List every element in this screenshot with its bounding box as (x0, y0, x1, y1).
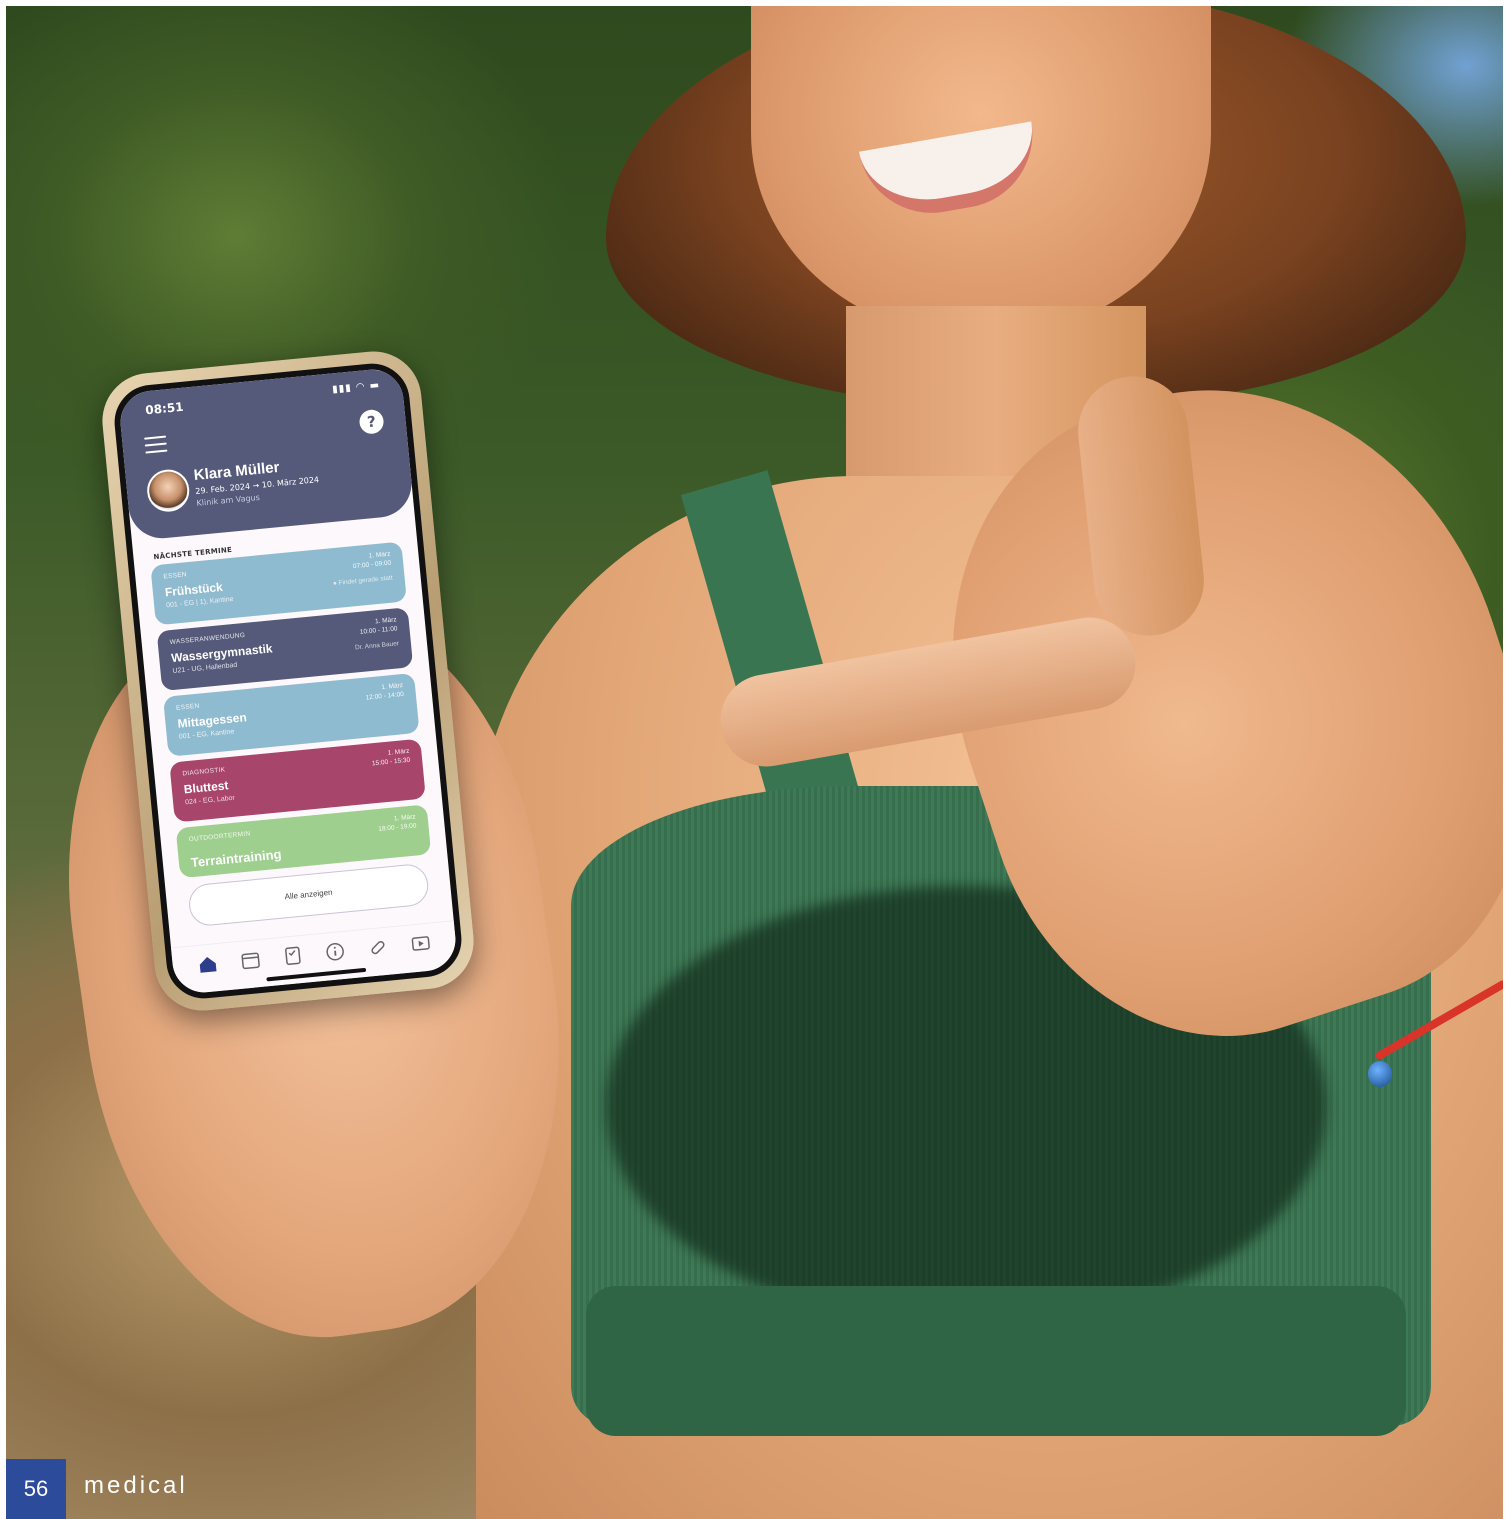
page-number: 56 (6, 1459, 66, 1519)
clinic-name: Klinik am Vagus (196, 492, 261, 508)
calendar-icon[interactable] (238, 947, 262, 971)
appointment-title: Mittagessen (176, 710, 248, 731)
app-header: 08:51 ▮▮▮ ◠ ▬ ? Klara Müller 29. Feb. 20… (117, 366, 415, 542)
appointment-day: 1. März (387, 747, 410, 757)
appointment-category: ESSEN (175, 702, 200, 712)
bracelet-bead (1368, 1061, 1392, 1087)
smartphone: 08:51 ▮▮▮ ◠ ▬ ? Klara Müller 29. Feb. 20… (98, 347, 478, 1015)
appointment-category: ESSEN (163, 571, 188, 581)
appointment-time: 12:00 - 14:00 (365, 690, 405, 702)
appointment-title: Frühstück (164, 579, 224, 600)
appointment-location: 024 - EG, Labor (184, 794, 236, 807)
appointment-category: OUTDOORTERMIN (188, 830, 251, 844)
home-indicator (266, 967, 367, 982)
appointment-title: Bluttest (183, 778, 230, 797)
appointment-time: 10:00 - 11:00 (359, 625, 398, 636)
appointment-day: 1. März (393, 813, 416, 823)
appointment-time: 15:00 - 15:30 (371, 756, 411, 768)
sports-top-band (586, 1286, 1406, 1436)
appointment-title: Terraintraining (190, 846, 283, 871)
appointment-list: ESSEN Frühstück 001 - EG | 1), Kantine 1… (134, 540, 447, 880)
bottom-tab-bar (170, 920, 459, 996)
status-icons: ▮▮▮ ◠ ▬ (331, 379, 381, 396)
phone-screen: 08:51 ▮▮▮ ◠ ▬ ? Klara Müller 29. Feb. 20… (111, 360, 465, 1002)
photo-background: 08:51 ▮▮▮ ◠ ▬ ? Klara Müller 29. Feb. 20… (6, 6, 1503, 1519)
checklist-icon[interactable] (281, 943, 305, 967)
avatar[interactable] (145, 467, 192, 514)
pill-icon[interactable] (366, 935, 390, 959)
appointment-day: 1. März (368, 550, 391, 560)
appointment-day: 1. März (374, 616, 397, 626)
section-label: medical (84, 1472, 188, 1499)
info-icon[interactable] (323, 939, 347, 963)
home-icon[interactable] (196, 951, 220, 975)
play-icon[interactable] (408, 931, 432, 955)
appointment-location: 001 - EG, Kantine (178, 728, 235, 741)
help-icon[interactable]: ? (358, 408, 385, 435)
appointment-extra: Dr. Anna Bauer (354, 640, 400, 652)
appointment-extra: ● Findet gerade statt (332, 574, 393, 588)
appointment-day: 1. März (381, 682, 404, 692)
appointment-title: Wassergymnastik (170, 641, 274, 666)
hamburger-menu-icon[interactable] (144, 435, 168, 454)
appointment-time: 07:00 - 09:00 (352, 559, 392, 571)
appointment-category: DIAGNOSTIK (182, 766, 226, 778)
status-time: 08:51 (144, 399, 185, 418)
appointment-time: 18:00 - 19:00 (378, 822, 417, 834)
